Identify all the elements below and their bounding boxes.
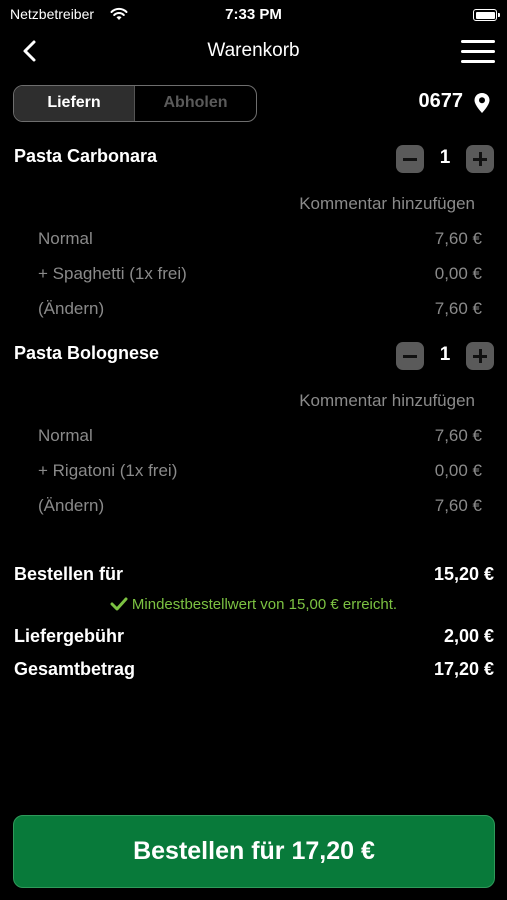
checkmark-icon [110,597,128,611]
add-comment-link[interactable]: Kommentar hinzufügen [299,194,475,214]
add-comment-link[interactable]: Kommentar hinzufügen [299,391,475,411]
item-total-price: 7,60 € [434,299,482,318]
delivery-mode-toggle: Liefern Abholen [13,85,257,122]
grand-total-label: Gesamtbetrag [14,659,136,679]
delivery-fee-label: Liefergebühr [14,626,125,646]
decrease-quantity-button[interactable] [396,145,424,173]
item-option-price: 7,60 € [434,426,482,445]
battery-icon [473,9,500,21]
delivery-option-liefern[interactable]: Liefern [14,86,135,121]
item-quantity: 1 [439,344,451,365]
status-bar: Netzbetreiber 7:33 PM [0,4,507,26]
item-option-label: + Rigatoni (1x frei) [38,461,178,480]
edit-item-link[interactable]: (Ändern) [38,496,104,516]
item-quantity: 1 [439,147,451,168]
cart-item-name: Pasta Bolognese [14,343,160,363]
location-pin-icon[interactable] [473,92,491,114]
page-title: Warenkorb [207,40,300,61]
minimum-order-text: Mindestbestellwert von 15,00 € erreicht. [131,596,398,613]
store-code[interactable]: 0677 [419,90,464,113]
item-option-price: 0,00 € [434,461,482,480]
minimum-order-message: Mindestbestellwert von 15,00 € erreicht. [0,596,507,613]
subtotal-label: Bestellen für [14,564,124,584]
decrease-quantity-button[interactable] [396,342,424,370]
item-option-price: 7,60 € [434,229,482,248]
item-option-label: Normal [38,426,93,445]
cart-item-name: Pasta Carbonara [14,146,158,166]
item-option-label: + Spaghetti (1x frei) [38,264,187,283]
subtotal-value: 15,20 € [433,564,494,584]
delivery-option-abholen[interactable]: Abholen [135,86,256,121]
increase-quantity-button[interactable] [466,145,494,173]
hamburger-menu-icon[interactable] [461,40,495,64]
delivery-fee-value: 2,00 € [443,626,494,646]
clock: 7:33 PM [225,6,282,23]
edit-item-link[interactable]: (Ändern) [38,299,104,319]
item-option-price: 0,00 € [434,264,482,283]
place-order-button[interactable]: Bestellen für 17,20 € [13,815,495,888]
item-option-label: Normal [38,229,93,248]
grand-total-value: 17,20 € [433,659,494,679]
increase-quantity-button[interactable] [466,342,494,370]
item-total-price: 7,60 € [434,496,482,515]
